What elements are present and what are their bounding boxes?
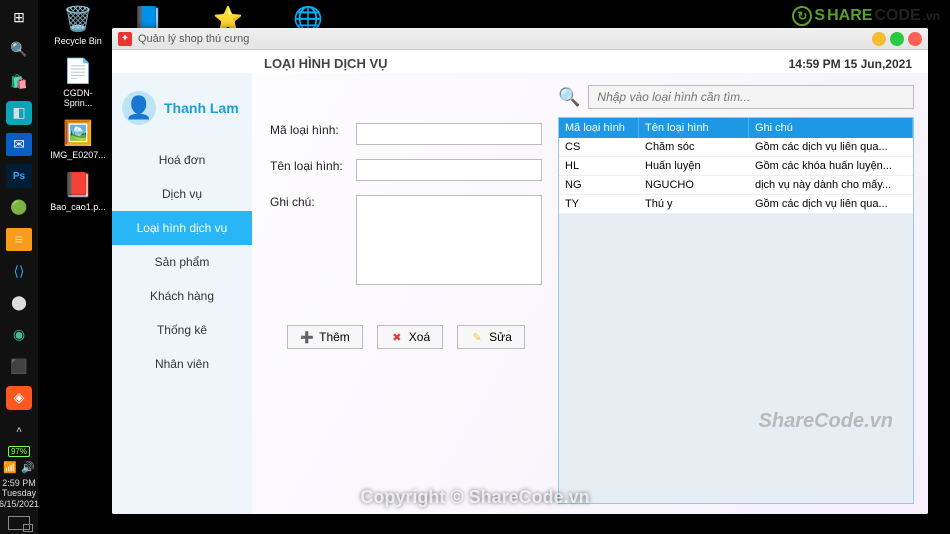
plus-icon: ➕ (300, 330, 314, 344)
label-name: Tên loại hình: (270, 159, 350, 173)
add-button[interactable]: ➕ Thêm (287, 325, 363, 349)
file-icon: 📄 (63, 56, 93, 86)
cell-note: Gồm các dịch vụ liên qua... (749, 138, 913, 156)
image-icon: 🖼️ (63, 118, 93, 148)
recycle-bin-icon: 🗑️ (63, 4, 93, 34)
sublime-icon[interactable]: ≡ (6, 228, 32, 252)
table-row[interactable]: NGNGUCHOdịch vụ này dành cho mấy... (559, 176, 913, 195)
label-code: Mã loại hình: (270, 123, 350, 137)
spotify-icon[interactable]: 🟢 (6, 196, 32, 220)
taskbar-app-4[interactable]: ⬛ (6, 354, 32, 378)
x-icon: ✖ (390, 330, 404, 344)
store-icon[interactable]: 🛍️ (6, 69, 32, 93)
label-note: Ghi chú: (270, 195, 350, 209)
taskbar-app-3[interactable]: ◉ (6, 323, 32, 347)
minimize-button[interactable] (872, 32, 886, 46)
titlebar[interactable]: ✦ Quản lý shop thú cưng (112, 28, 928, 50)
input-code[interactable] (356, 123, 542, 145)
input-name[interactable] (356, 159, 542, 181)
photoshop-icon[interactable]: Ps (6, 164, 32, 188)
taskbar: ⊞ 🔍 🛍️ ◧ ✉ Ps 🟢 ≡ ⟨⟩ ⬤ ◉ ⬛ ◈ ˄ 97% 📶🔊 2:… (0, 0, 38, 534)
desktop-icon[interactable]: 🗑️ Recycle Bin (50, 4, 106, 46)
table-row[interactable]: CSChăm sócGồm các dịch vụ liên qua... (559, 138, 913, 157)
cell-note: dịch vụ này dành cho mấy... (749, 176, 913, 194)
cell-code: NG (559, 176, 639, 194)
col-code[interactable]: Mã loại hình (559, 118, 639, 138)
avatar-icon: 👤 (122, 91, 156, 125)
cell-name: Huấn luyện (639, 157, 749, 175)
cell-note: Gồm các dịch vụ liên qua... (749, 195, 913, 213)
cell-name: Thú y (639, 195, 749, 213)
list-panel: 🔍 Mã loại hình Tên loại hình Ghi chú CSC… (552, 73, 928, 514)
form-panel: Mã loại hình: Tên loại hình: Ghi chú: ➕ … (252, 73, 552, 514)
search-input[interactable] (588, 85, 914, 109)
chevron-up-icon[interactable]: ˄ (6, 418, 32, 444)
pdf-icon: 📕 (63, 170, 93, 200)
taskbar-app-1[interactable]: ◧ (6, 101, 32, 125)
user-name: Thanh Lam (164, 100, 239, 116)
delete-button[interactable]: ✖ Xoá (377, 325, 443, 349)
desktop-icon[interactable]: 📕 Bao_cao1.p... (50, 170, 106, 212)
edit-button[interactable]: ✎ Sửa (457, 325, 525, 349)
search-icon[interactable]: 🔍 (6, 38, 32, 62)
sidebar: 👤 Thanh Lam Hoá đơnDịch vụLoại hình dịch… (112, 73, 252, 514)
desktop-icon[interactable]: 🖼️ IMG_E0207... (50, 118, 106, 160)
sharecode-logo: ↻ SHARECODE.vn (792, 6, 940, 26)
main-panel: Mã loại hình: Tên loại hình: Ghi chú: ➕ … (252, 73, 928, 514)
sidebar-item[interactable]: Hoá đơn (112, 143, 252, 177)
app-window: ✦ Quản lý shop thú cưng LOẠI HÌNH DỊCH V… (112, 28, 928, 514)
taskview-button[interactable] (8, 516, 30, 530)
vscode-icon[interactable]: ⟨⟩ (6, 259, 32, 283)
user-block: 👤 Thanh Lam (112, 91, 252, 143)
cell-code: TY (559, 195, 639, 213)
desktop-icon[interactable]: 📄 CGDN-Sprin... (50, 56, 106, 108)
desktop: 🗑️ Recycle Bin 📄 CGDN-Sprin... 🖼️ IMG_E0… (50, 4, 106, 212)
pencil-icon: ✎ (470, 330, 484, 344)
sidebar-item[interactable]: Khách hàng (112, 279, 252, 313)
start-button[interactable]: ⊞ (6, 6, 32, 30)
sidebar-item[interactable]: Dịch vụ (112, 177, 252, 211)
cell-note: Gồm các khóa huấn luyện... (749, 157, 913, 175)
sidebar-item[interactable]: Nhân viên (112, 347, 252, 381)
col-note[interactable]: Ghi chú (749, 118, 913, 138)
data-table[interactable]: Mã loại hình Tên loại hình Ghi chú CSChă… (558, 117, 914, 504)
cell-name: Chăm sóc (639, 138, 749, 156)
col-name[interactable]: Tên loại hình (639, 118, 749, 138)
search-icon: 🔍 (558, 87, 580, 108)
window-title: Quản lý shop thú cưng (138, 33, 249, 45)
cell-code: HL (559, 157, 639, 175)
taskbar-app-2[interactable]: ⬤ (6, 291, 32, 315)
table-row[interactable]: HLHuấn luyệnGồm các khóa huấn luyện... (559, 157, 913, 176)
battery-indicator[interactable]: 97% (8, 446, 30, 457)
sidebar-item[interactable]: Sản phẩm (112, 245, 252, 279)
maximize-button[interactable] (890, 32, 904, 46)
sidebar-item[interactable]: Loại hình dịch vụ (112, 211, 252, 245)
mail-icon[interactable]: ✉ (6, 133, 32, 157)
sidebar-item[interactable]: Thống kê (112, 313, 252, 347)
app-icon: ✦ (118, 32, 132, 46)
table-watermark: ShareCode.vn (759, 410, 893, 433)
page-title: LOẠI HÌNH DỊCH VỤ (264, 56, 388, 71)
taskbar-app-active[interactable]: ◈ (6, 386, 32, 410)
system-tray[interactable]: 📶🔊 (3, 459, 34, 476)
table-header: Mã loại hình Tên loại hình Ghi chú (559, 118, 913, 138)
input-note[interactable] (356, 195, 542, 285)
taskbar-clock[interactable]: 2:59 PM Tuesday 6/15/2021 (0, 478, 39, 510)
clock-label: 14:59 PM 15 Jun,2021 (789, 57, 916, 71)
table-row[interactable]: TYThú yGồm các dịch vụ liên qua... (559, 195, 913, 214)
cell-code: CS (559, 138, 639, 156)
close-button[interactable] (908, 32, 922, 46)
cell-name: NGUCHO (639, 176, 749, 194)
